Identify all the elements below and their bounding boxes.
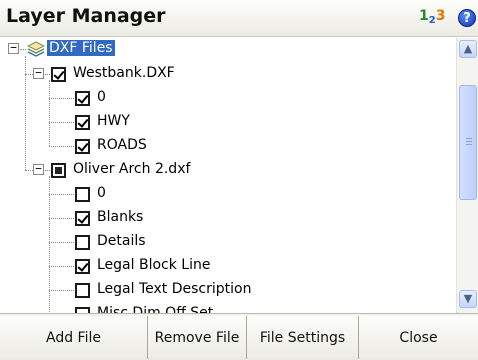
tree-connector <box>49 146 74 147</box>
collapse-icon[interactable]: − <box>33 163 44 175</box>
close-button[interactable]: Close <box>359 316 478 359</box>
layer-checkbox[interactable] <box>75 139 90 154</box>
layer-checkbox[interactable] <box>75 259 90 274</box>
tree-connector <box>25 170 33 171</box>
tree-root-label[interactable]: DXF Files <box>47 40 115 56</box>
title-bar: Layer Manager 123 ? <box>0 0 478 37</box>
add-file-button[interactable]: Add File <box>0 316 148 359</box>
layer-checkbox[interactable] <box>75 211 90 226</box>
tree-row-root[interactable]: − DXF Files <box>0 38 455 62</box>
vertical-scrollbar[interactable]: ▲ ▼ <box>456 38 478 313</box>
tree-connector <box>49 218 74 219</box>
layer-checkbox[interactable] <box>75 187 90 202</box>
input-mode-digit-3: 3 <box>435 8 446 24</box>
tree-connector <box>20 49 26 50</box>
layer-tree[interactable]: − DXF Files − Westbank.DXF 0 HWY ROADS − <box>0 38 455 313</box>
layer-label[interactable]: Details <box>97 233 146 249</box>
layers-icon <box>27 41 45 57</box>
layer-checkbox[interactable] <box>75 91 90 106</box>
input-mode-digit-2: 2 <box>428 15 436 26</box>
file-label[interactable]: Oliver Arch 2.dxf <box>73 161 190 177</box>
tree-connector <box>49 194 74 195</box>
file-settings-button[interactable]: File Settings <box>247 316 359 359</box>
scroll-thumb-grip <box>466 138 472 139</box>
tree-row-layer[interactable]: ROADS <box>0 134 455 158</box>
collapse-icon[interactable]: − <box>33 67 44 79</box>
button-bar: Add File Remove File File Settings Close <box>0 313 478 360</box>
tree-connector <box>49 266 74 267</box>
tree-row-file[interactable]: − Oliver Arch 2.dxf <box>0 158 455 182</box>
tree-connector <box>45 74 50 75</box>
tree-connector <box>49 290 74 291</box>
tree-connector <box>49 98 74 99</box>
tree-connector <box>45 170 50 171</box>
layer-label[interactable]: Legal Text Description <box>97 281 251 297</box>
layer-checkbox[interactable] <box>75 115 90 130</box>
layer-label[interactable]: ROADS <box>97 137 147 153</box>
scroll-down-button[interactable]: ▼ <box>459 290 477 308</box>
layer-label[interactable]: 0 <box>97 89 106 105</box>
input-mode-indicator[interactable]: 123 <box>419 8 446 26</box>
tree-row-layer[interactable]: Misc Dim Off Set <box>0 302 455 313</box>
scroll-up-button[interactable]: ▲ <box>459 40 477 58</box>
tree-row-layer[interactable]: Legal Text Description <box>0 278 455 302</box>
layer-label[interactable]: HWY <box>97 113 130 129</box>
layer-label[interactable]: Misc Dim Off Set <box>97 305 213 313</box>
file-checkbox[interactable] <box>51 163 66 178</box>
tree-row-layer[interactable]: HWY <box>0 110 455 134</box>
help-icon[interactable]: ? <box>458 9 476 27</box>
remove-file-button[interactable]: Remove File <box>148 316 247 359</box>
tree-connector <box>25 74 33 75</box>
tree-connector <box>49 242 74 243</box>
tree-row-layer[interactable]: Details <box>0 230 455 254</box>
tree-row-layer[interactable]: Legal Block Line <box>0 254 455 278</box>
tree-row-file[interactable]: − Westbank.DXF <box>0 62 455 86</box>
collapse-icon[interactable]: − <box>8 42 19 54</box>
layer-checkbox[interactable] <box>75 235 90 250</box>
layer-checkbox[interactable] <box>75 283 90 298</box>
scroll-thumb[interactable] <box>459 85 477 200</box>
layer-label[interactable]: Blanks <box>97 209 143 225</box>
layer-label[interactable]: 0 <box>97 185 106 201</box>
layer-label[interactable]: Legal Block Line <box>97 257 210 273</box>
scroll-thumb-grip <box>466 144 472 145</box>
file-label[interactable]: Westbank.DXF <box>73 65 175 81</box>
scroll-thumb-grip <box>466 141 472 142</box>
window-title: Layer Manager <box>6 5 166 27</box>
tree-row-layer[interactable]: 0 <box>0 86 455 110</box>
input-mode-digit-1: 1 <box>419 8 429 24</box>
file-checkbox[interactable] <box>51 67 66 82</box>
tree-connector <box>49 122 74 123</box>
tree-row-layer[interactable]: 0 <box>0 182 455 206</box>
tree-row-layer[interactable]: Blanks <box>0 206 455 230</box>
